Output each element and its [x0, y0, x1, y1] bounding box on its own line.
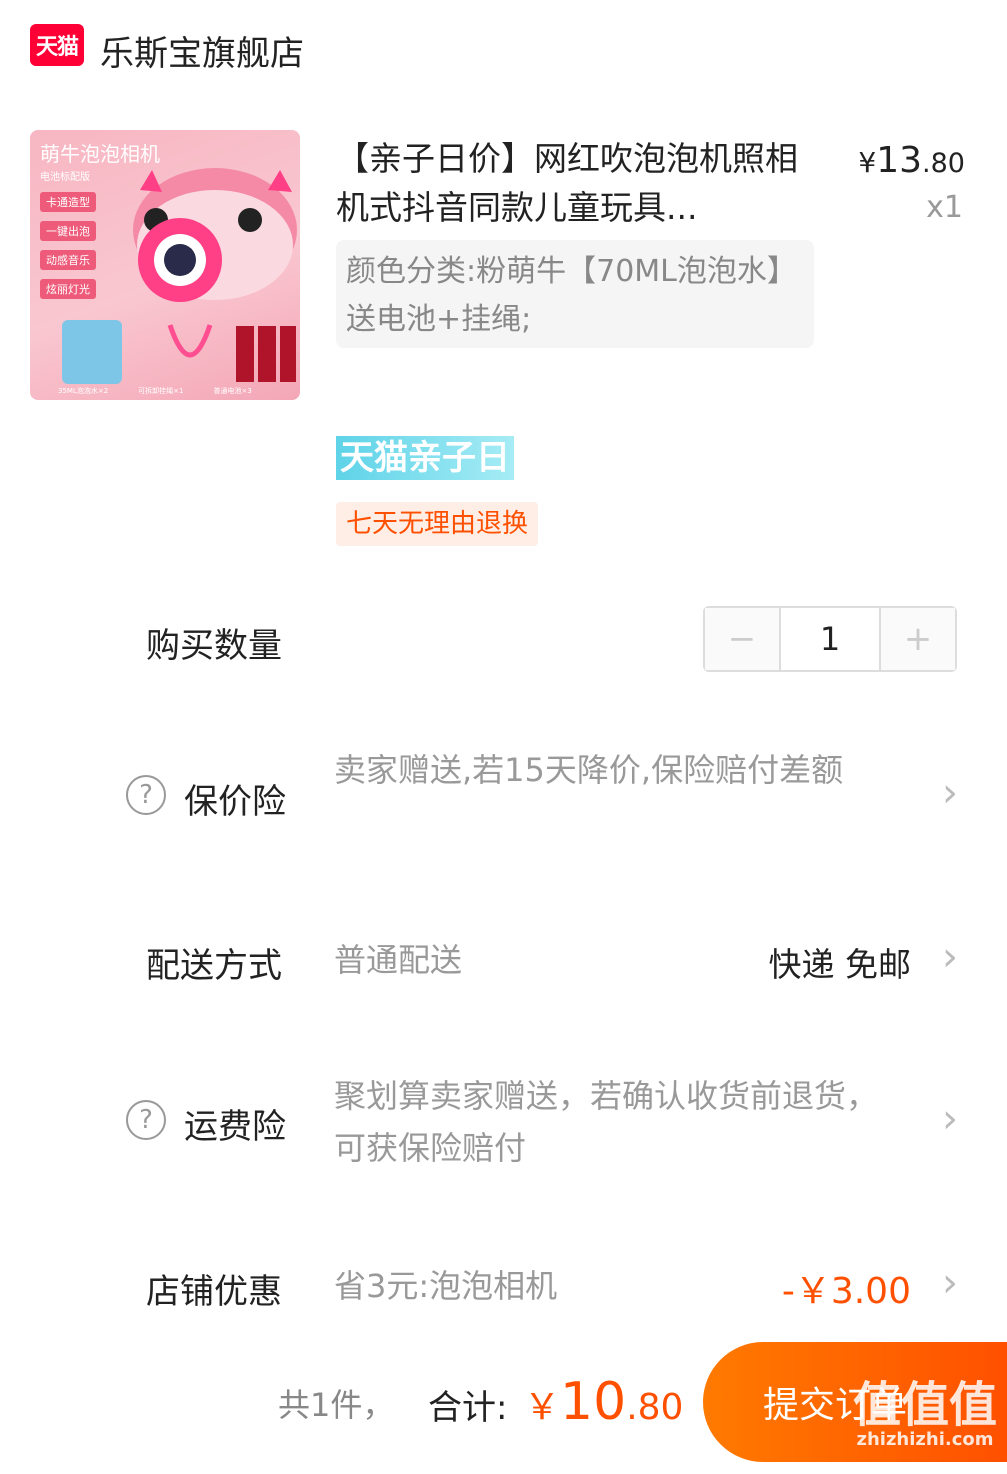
- freight-insurance-label: 运费险: [184, 1107, 286, 1147]
- price-protection-description: 卖家赠送,若15天降价,保险赔付差额: [334, 751, 844, 789]
- quantity-value[interactable]: 1: [779, 608, 881, 670]
- quantity-stepper[interactable]: − 1 +: [703, 606, 957, 672]
- freight-insurance-description: 聚划算卖家赠送，若确认收货前退货，可获保险赔付: [334, 1077, 879, 1167]
- total-price: ￥10.80: [524, 1372, 683, 1432]
- quantity-minus-button[interactable]: −: [705, 608, 779, 670]
- shipping-method: 普通配送: [334, 941, 463, 979]
- total-symbol: ￥: [524, 1387, 561, 1428]
- store-discount-row[interactable]: 店铺优惠 省3元:泡泡相机 -￥3.00 ›: [0, 1252, 1007, 1322]
- chevron-right-icon: ›: [942, 934, 958, 980]
- store-discount-label: 店铺优惠: [146, 1272, 282, 1312]
- quantity-label: 购买数量: [146, 626, 282, 666]
- help-circle-icon[interactable]: ?: [126, 775, 166, 815]
- shipping-label: 配送方式: [146, 946, 282, 986]
- product-accessory: 可拆卸挂绳×1: [138, 387, 184, 395]
- return-policy-tag: 七天无理由退换: [336, 502, 539, 546]
- chevron-right-icon: ›: [942, 1260, 958, 1306]
- chevron-right-icon: ›: [942, 770, 958, 816]
- watermark: 值值值 zhizhizhi.com: [853, 1380, 997, 1450]
- product-image[interactable]: 萌牛泡泡相机 电池标配版 卡通造型 一键出泡 动感音乐 炫丽灯光 35ML泡泡水…: [30, 130, 300, 400]
- price-protection-label: 保价险: [184, 782, 286, 822]
- store-discount-value: -￥3.00: [781, 1271, 911, 1312]
- total-cents: .80: [626, 1387, 684, 1428]
- total-label: 合计:: [428, 1388, 508, 1428]
- sku-selection[interactable]: 颜色分类:粉萌牛【70ML泡泡水】送电池+挂绳;: [336, 240, 814, 348]
- item-count: 共1件，: [278, 1386, 395, 1424]
- price-cents: .80: [922, 148, 965, 179]
- product-price: ¥13.80: [858, 140, 965, 181]
- store-name[interactable]: 乐斯宝旗舰店: [100, 26, 304, 75]
- store-discount-description: 省3元:泡泡相机: [334, 1267, 558, 1305]
- tmall-logo: 天猫: [30, 24, 84, 66]
- watermark-text: 值值值: [852, 1377, 997, 1433]
- shipping-row[interactable]: 配送方式 普通配送 快递 免邮 ›: [0, 926, 1007, 996]
- promo-tag: 天猫亲子日: [336, 436, 514, 480]
- price-integer: 13: [876, 140, 923, 181]
- sku-text: 颜色分类:粉萌牛【70ML泡泡水】送电池+挂绳;: [346, 254, 797, 337]
- price-protection-row[interactable]: ? 保价险 卖家赠送,若15天降价,保险赔付差额 ›: [0, 740, 1007, 850]
- price-symbol: ¥: [858, 146, 877, 179]
- bubble-camera-illustration: [62, 168, 297, 384]
- help-circle-icon[interactable]: ?: [126, 1100, 166, 1140]
- shipping-value: 快递 免邮: [768, 945, 912, 984]
- chevron-right-icon: ›: [942, 1096, 958, 1142]
- product-quantity: x1: [926, 190, 963, 225]
- watermark-url: zhizhizhi.com: [856, 1429, 994, 1450]
- product-title[interactable]: 【亲子日价】网红吹泡泡机照相机式抖音同款儿童玩具...: [336, 134, 816, 232]
- product-accessory: 35ML泡泡水×2: [58, 387, 109, 395]
- product-accessory: 普通电池×3: [213, 387, 252, 395]
- freight-insurance-row[interactable]: ? 运费险 聚划算卖家赠送，若确认收货前退货，可获保险赔付 ›: [0, 1066, 1007, 1176]
- quantity-plus-button[interactable]: +: [881, 608, 955, 670]
- total-integer: 10: [560, 1372, 627, 1432]
